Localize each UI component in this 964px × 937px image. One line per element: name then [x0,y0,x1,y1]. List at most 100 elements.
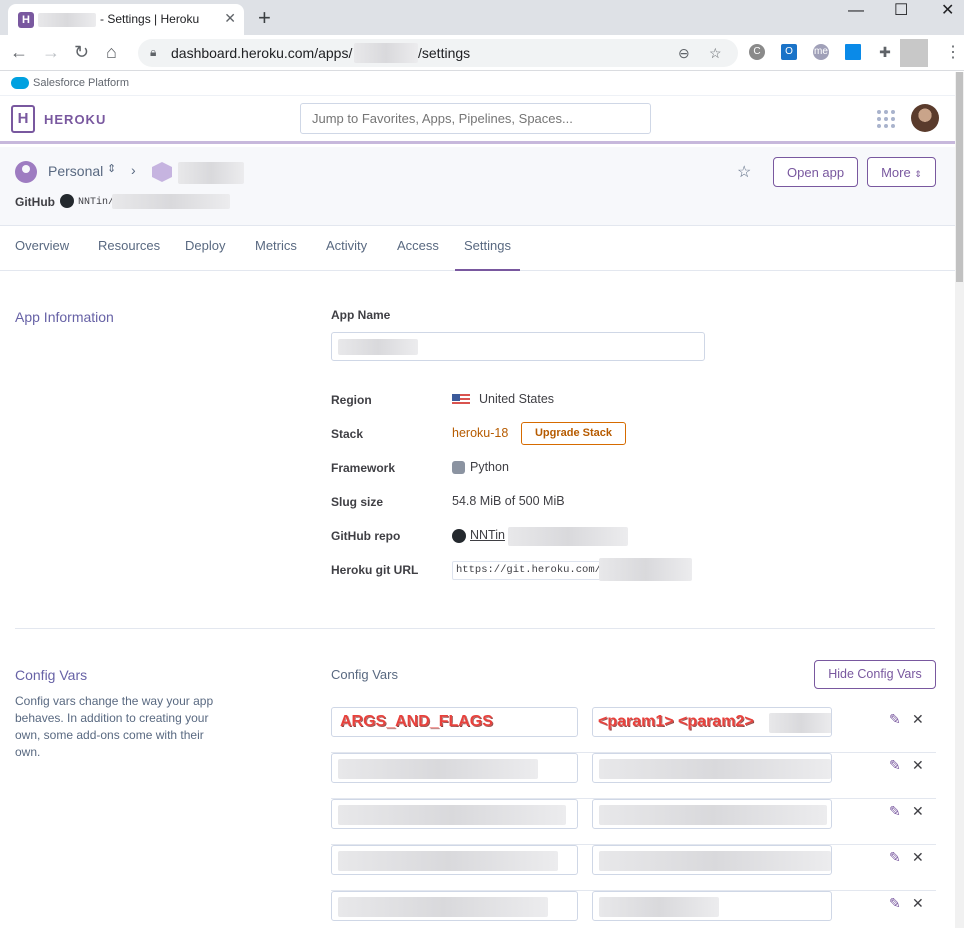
redacted-value [599,851,831,871]
config-vars-panel-title: Config Vars [331,667,398,682]
url-prefix: dashboard.heroku.com/apps/ [171,45,353,61]
url-suffix: /settings [418,45,471,61]
config-vars-title: Config Vars [15,667,88,683]
config-var-key: ARGS_AND_FLAGS [340,713,493,730]
updown-chevron-icon[interactable]: ⇕ [107,162,116,175]
chevron-right-icon: › [131,162,136,178]
minimize-button[interactable]: — [848,2,864,20]
more-button[interactable]: More ⇕ [867,157,936,187]
config-var-value-input[interactable] [592,845,832,875]
redacted-value [599,759,831,779]
config-var-key-input[interactable]: ARGS_AND_FLAGS [331,707,578,737]
tab-access[interactable]: Access [397,238,439,253]
close-icon[interactable]: ✕ [912,849,924,866]
home-icon[interactable]: ⌂ [106,42,117,63]
close-icon[interactable]: ✕ [912,711,924,728]
tab-overview[interactable]: Overview [15,238,69,253]
lock-icon: 🔒︎ [150,45,157,59]
salesforce-bar: Salesforce Platform [0,72,955,96]
app-name-input[interactable] [331,332,705,361]
redacted-url-part [354,43,418,63]
maximize-button[interactable]: ☐ [894,0,908,20]
github-repo-label: GitHub repo [331,529,401,543]
updown-chevron-icon: ⇕ [914,169,922,179]
section-divider [15,628,935,629]
config-vars-description: Config vars change the way your app beha… [15,694,214,759]
outlook-icon[interactable]: O [781,44,797,60]
config-var-value-input[interactable]: <param1> <param2> [592,707,832,737]
close-icon[interactable]: ✕ [912,895,924,912]
profile-icon[interactable] [900,39,928,67]
scrollbar-thumb[interactable] [956,72,963,282]
stack-label: Stack [331,427,364,441]
browser-tab[interactable]: H - Settings | Heroku ✕ [8,4,244,35]
pencil-icon[interactable]: ✎ [889,849,901,866]
salesforce-cloud-icon [11,77,29,89]
config-var-value: <param1> <param2> [598,713,754,730]
person-icon [15,161,37,183]
flag-us-icon [452,394,470,406]
puzzle-icon[interactable]: ✚ [877,44,893,60]
apps-grid-icon[interactable] [877,110,895,128]
tab-metrics[interactable]: Metrics [255,238,297,253]
region-label: Region [331,393,372,407]
heroku-brand[interactable]: HEROKU [44,112,106,127]
favorite-star-icon[interactable]: ☆ [737,162,751,182]
search-input[interactable] [300,103,651,134]
hide-config-vars-button[interactable]: Hide Config Vars [814,660,936,689]
config-var-value-input[interactable] [592,753,832,783]
redacted-git-url [599,558,692,581]
reload-icon[interactable]: ↻ [74,42,89,63]
redacted-app-name [38,13,96,27]
tab-settings[interactable]: Settings [464,238,511,253]
salesforce-label[interactable]: Salesforce Platform [33,77,129,89]
redacted-key [338,805,566,825]
extension-c-icon[interactable]: C [749,44,765,60]
slug-size-label: Slug size [331,495,384,509]
extension-me-icon[interactable]: me [813,44,829,60]
config-var-key-input[interactable] [331,753,578,783]
redacted-value [769,713,831,733]
tab-activity[interactable]: Activity [326,238,367,253]
config-var-key-input[interactable] [331,891,578,921]
back-icon[interactable]: ← [10,42,28,63]
pencil-icon[interactable]: ✎ [889,711,901,728]
open-app-button[interactable]: Open app [773,157,859,187]
config-var-row: ✎ ✕ [331,891,936,937]
framework-label: Framework [331,461,396,475]
bookmark-star-icon[interactable]: ☆ [709,45,722,62]
stack-value: heroku-18 [452,426,509,440]
windows-icon[interactable] [845,44,861,60]
close-icon[interactable]: ✕ [912,803,924,820]
config-var-key-input[interactable] [331,845,578,875]
github-repo-link[interactable]: NNTin [470,528,505,542]
slug-size-value: 54.8 MiB of 500 MiB [452,494,565,508]
config-var-value-input[interactable] [592,799,832,829]
address-bar[interactable]: 🔒︎ dashboard.heroku.com/apps/ /settings … [138,39,738,67]
pencil-icon[interactable]: ✎ [889,757,901,774]
github-repo-link[interactable]: NNTin/ [78,197,114,208]
new-tab-button[interactable]: + [258,5,271,31]
tab-resources[interactable]: Resources [98,238,160,253]
framework-value: Python [470,460,509,474]
close-icon[interactable]: ✕ [912,757,924,774]
zoom-icon[interactable]: ⊖ [678,45,690,62]
config-var-key-input[interactable] [331,799,578,829]
redacted-value [599,805,827,825]
config-var-value-input[interactable] [592,891,832,921]
forward-icon[interactable]: → [42,42,60,63]
scrollbar[interactable] [955,72,964,928]
pencil-icon[interactable]: ✎ [889,895,901,912]
pencil-icon[interactable]: ✎ [889,803,901,820]
avatar[interactable] [911,104,939,132]
redacted-app-name [178,162,244,184]
tab-deploy[interactable]: Deploy [185,238,225,253]
upgrade-stack-button[interactable]: Upgrade Stack [521,422,626,445]
close-window-button[interactable]: ✕ [941,0,954,20]
git-url-value[interactable]: https://git.heroku.com/ [452,561,605,580]
account-switcher[interactable]: Personal [48,163,103,179]
redacted-repo-name [112,194,230,209]
tab-close-icon[interactable]: ✕ [224,10,236,27]
heroku-logo-icon[interactable]: H [11,105,35,133]
browser-menu-icon[interactable]: ⋮ [945,42,961,62]
